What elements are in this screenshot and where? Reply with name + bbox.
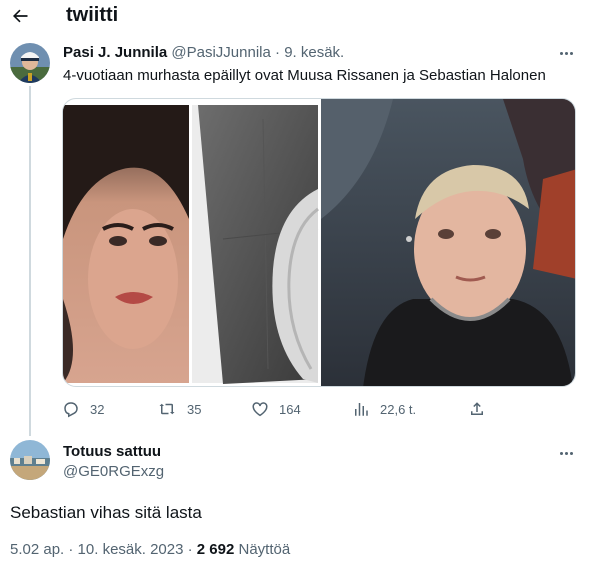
media-image-3[interactable]: [321, 99, 576, 387]
reply-button[interactable]: 32: [62, 398, 104, 420]
avatar-image: [10, 43, 50, 83]
retweet-count: 35: [187, 401, 202, 417]
tweet-text: Sebastian vihas sitä lasta: [10, 503, 202, 522]
page-title: twiitti: [66, 4, 119, 26]
author-name[interactable]: Totuus sattuu: [63, 443, 161, 461]
views-button[interactable]: 22,6 t.: [352, 398, 416, 420]
retweet-button[interactable]: 35: [157, 398, 201, 420]
views-bar-icon: [355, 403, 368, 416]
avatar[interactable]: [10, 440, 50, 480]
share-icon: [471, 402, 483, 415]
author-handle[interactable]: @PasiJJunnila: [171, 44, 270, 61]
avatar-image: [10, 440, 50, 480]
view-label: Näyttöä: [234, 541, 291, 558]
author-handle[interactable]: @GE0RGExzg: [63, 463, 164, 481]
media-image-2[interactable]: [192, 105, 319, 384]
like-count: 164: [279, 401, 301, 417]
more-dots-icon: [559, 451, 573, 455]
thread-connector-line: [29, 86, 31, 436]
tweet-meta: 5.02 ap. · 10. kesäk. 2023 · 2 692 Näytt…: [10, 540, 290, 560]
like-button[interactable]: 164: [251, 398, 301, 420]
retweet-icon: [159, 403, 175, 415]
more-dots-icon: [559, 51, 573, 55]
tweet-media[interactable]: [62, 98, 576, 387]
more-options-button[interactable]: [554, 44, 578, 62]
media-image-1[interactable]: [63, 105, 189, 383]
share-button[interactable]: [468, 398, 486, 420]
separator-dot: ·: [275, 44, 281, 61]
author-name[interactable]: Pasi J. Junnila: [63, 44, 167, 61]
more-options-button[interactable]: [554, 444, 578, 462]
tweet-actions: 32 35 164 22,6 t.: [60, 398, 500, 420]
reply-icon: [64, 402, 78, 418]
back-button[interactable]: [8, 4, 32, 28]
tweet-time[interactable]: 9. kesäk.: [284, 44, 344, 61]
tweet-timestamp[interactable]: 5.02 ap. · 10. kesäk. 2023 ·: [10, 541, 197, 558]
views-count: 22,6 t.: [380, 401, 417, 417]
heart-icon: [252, 402, 268, 417]
tweet-header: Pasi J. Junnila @PasiJJunnila · 9. kesäk…: [63, 44, 344, 62]
tweet-text: 4-vuotiaan murhasta epäillyt ovat Muusa …: [63, 67, 546, 84]
avatar[interactable]: [10, 43, 50, 83]
top-bar: twiitti: [0, 0, 601, 32]
arrow-left-icon: [13, 9, 28, 23]
view-count: 2 692: [196, 541, 235, 558]
reply-count: 32: [90, 401, 105, 417]
